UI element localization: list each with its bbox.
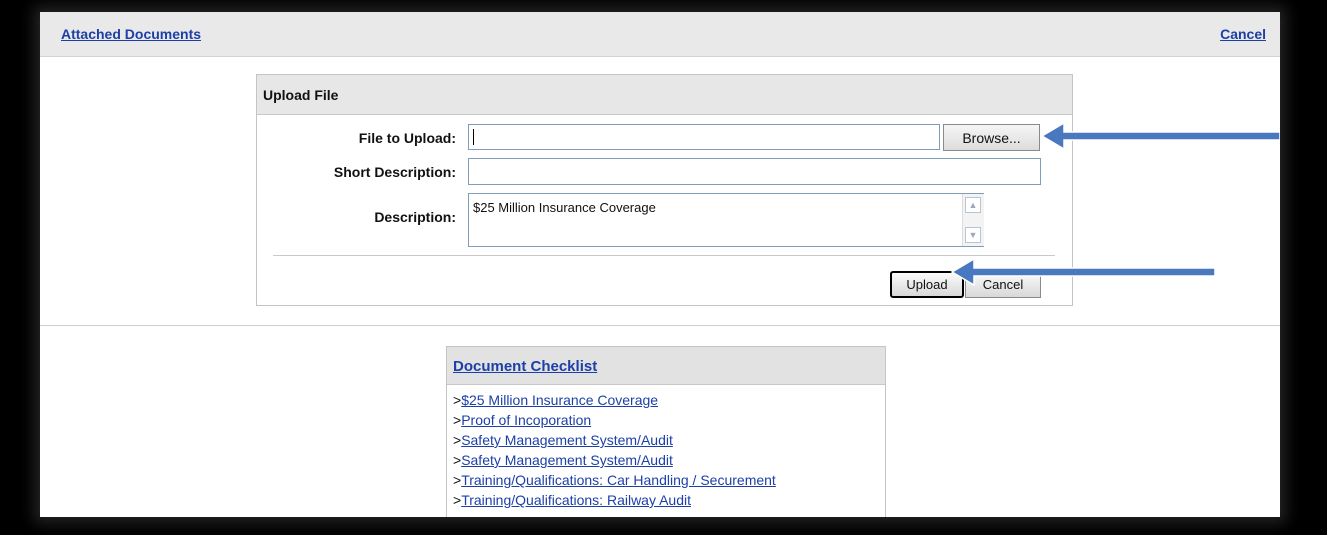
app-frame: Attached Documents Cancel Upload File Fi… <box>40 12 1280 517</box>
annotation-arrow-icon <box>950 121 1280 287</box>
